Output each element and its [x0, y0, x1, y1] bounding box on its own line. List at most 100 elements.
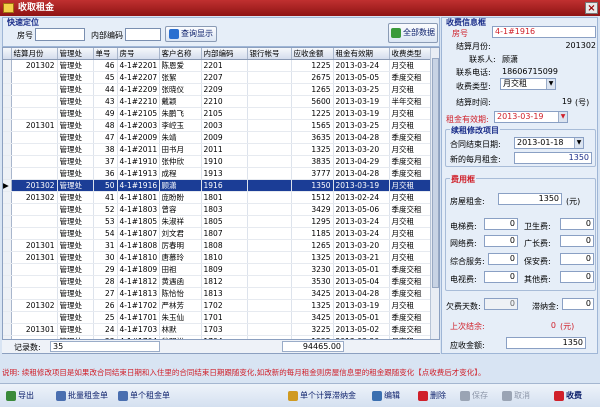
- table-cell[interactable]: 管理处: [57, 239, 94, 252]
- table-cell[interactable]: 季度交租: [389, 155, 432, 168]
- table-cell[interactable]: 1801: [201, 191, 248, 204]
- table-cell[interactable]: 4-1#1702: [117, 299, 160, 312]
- table-cell[interactable]: 1325: [291, 143, 334, 156]
- table-cell[interactable]: [11, 287, 58, 300]
- table-cell[interactable]: 30: [93, 251, 118, 264]
- table-cell[interactable]: [247, 179, 292, 192]
- table-cell[interactable]: 4-1#1703: [117, 323, 160, 336]
- column-header[interactable]: 结算月份: [11, 48, 58, 60]
- table-cell[interactable]: 戴颖: [159, 95, 202, 108]
- delete-button[interactable]: 删除: [416, 387, 446, 405]
- table-cell[interactable]: [247, 143, 292, 156]
- table-cell[interactable]: [247, 83, 292, 96]
- sanitation-field[interactable]: 0: [560, 218, 594, 230]
- table-cell[interactable]: 管理处: [57, 191, 94, 204]
- table-row[interactable]: 201302 管理处 41 4-1#1801 庞盼盼 1801 1512 2013-02-24…: [3, 191, 432, 204]
- table-cell[interactable]: [247, 215, 292, 228]
- table-cell[interactable]: 2013-05-04: [333, 275, 390, 288]
- table-cell[interactable]: [11, 71, 58, 84]
- table-cell[interactable]: 月交租: [389, 251, 432, 264]
- table-cell[interactable]: 月交租: [389, 83, 432, 96]
- table-cell[interactable]: [247, 323, 292, 336]
- table-cell[interactable]: 1810: [201, 251, 248, 264]
- table-cell[interactable]: [247, 107, 292, 120]
- table-cell[interactable]: 1350: [291, 179, 334, 192]
- table-cell[interactable]: 2009: [201, 131, 248, 144]
- table-cell[interactable]: [11, 227, 58, 240]
- table-cell[interactable]: 4-1#2207: [117, 71, 160, 84]
- table-cell[interactable]: 52: [93, 203, 118, 216]
- room-no-field[interactable]: 4-1#1916: [492, 26, 596, 38]
- table-cell[interactable]: 2105: [201, 107, 248, 120]
- table-cell[interactable]: 4-1#1801: [117, 191, 160, 204]
- table-cell[interactable]: 2013-03-24: [333, 227, 390, 240]
- table-cell[interactable]: [247, 155, 292, 168]
- table-cell[interactable]: 4-1#1809: [117, 263, 160, 276]
- table-cell[interactable]: 朱玉仙: [159, 311, 202, 324]
- save-button[interactable]: 保存: [458, 387, 488, 405]
- column-header[interactable]: 应收金额: [291, 48, 334, 60]
- table-row[interactable]: 管理处 49 4-1#2105 朱鹏飞 2105 1225 2013-03-19 月交租: [3, 107, 432, 120]
- table-cell[interactable]: [247, 119, 292, 132]
- table-cell[interactable]: 季度交租: [389, 167, 432, 180]
- table-cell[interactable]: 管理处: [57, 59, 94, 72]
- table-cell[interactable]: 4-1#2011: [117, 143, 160, 156]
- table-row[interactable]: 管理处 36 4-1#1913 成程 1913 3777 2013-04-28 季度交租: [3, 167, 432, 180]
- column-header[interactable]: 收费类型: [389, 48, 432, 60]
- table-cell[interactable]: 1325: [291, 251, 334, 264]
- charge-type-select[interactable]: 月交租 ▼: [500, 78, 556, 90]
- table-cell[interactable]: [11, 167, 58, 180]
- table-cell[interactable]: 成程: [159, 167, 202, 180]
- table-cell[interactable]: 管理处: [57, 311, 94, 324]
- table-cell[interactable]: 管理处: [57, 227, 94, 240]
- table-cell[interactable]: 月交租: [389, 119, 432, 132]
- table-cell[interactable]: 张絮: [159, 71, 202, 84]
- table-cell[interactable]: 4-1#1813: [117, 287, 160, 300]
- table-cell[interactable]: 5600: [291, 95, 334, 108]
- table-cell[interactable]: 3530: [291, 275, 334, 288]
- column-header[interactable]: 租金有效期: [333, 48, 390, 60]
- table-cell[interactable]: 管理处: [57, 263, 94, 276]
- table-cell[interactable]: 4-1#2209: [117, 83, 160, 96]
- table-cell[interactable]: [247, 263, 292, 276]
- table-cell[interactable]: 田书月: [159, 143, 202, 156]
- table-cell[interactable]: 1565: [291, 119, 334, 132]
- table-cell[interactable]: [11, 155, 58, 168]
- table-cell[interactable]: 37: [93, 155, 118, 168]
- table-cell[interactable]: 1805: [201, 215, 248, 228]
- table-cell[interactable]: 2013-05-02: [333, 323, 390, 336]
- table-cell[interactable]: [247, 131, 292, 144]
- table-cell[interactable]: 1265: [291, 239, 334, 252]
- table-cell[interactable]: 201301: [11, 251, 58, 264]
- query-button[interactable]: 查询显示: [165, 26, 217, 42]
- table-cell[interactable]: 2013-03-25: [333, 83, 390, 96]
- table-cell[interactable]: 1808: [201, 239, 248, 252]
- rent-valid-field[interactable]: 2013-03-19 ▼: [494, 111, 568, 123]
- table-cell[interactable]: 3225: [291, 323, 334, 336]
- table-cell[interactable]: 厉春明: [159, 239, 202, 252]
- table-cell[interactable]: 2013-03-21: [333, 251, 390, 264]
- table-cell[interactable]: 1225: [291, 59, 334, 72]
- table-cell[interactable]: [247, 275, 292, 288]
- table-cell[interactable]: [11, 263, 58, 276]
- table-cell[interactable]: 1803: [201, 203, 248, 216]
- table-cell[interactable]: 2013-03-20: [333, 143, 390, 156]
- table-cell[interactable]: 管理处: [57, 83, 94, 96]
- table-cell[interactable]: 4-1#1808: [117, 239, 160, 252]
- room-search-input[interactable]: [35, 28, 85, 41]
- table-cell[interactable]: 季度交租: [389, 311, 432, 324]
- late-fee-field[interactable]: 0: [562, 298, 594, 310]
- table-cell[interactable]: 49: [93, 107, 118, 120]
- table-cell[interactable]: 1913: [201, 167, 248, 180]
- table-cell[interactable]: 3230: [291, 263, 334, 276]
- table-cell[interactable]: 2013-03-24: [333, 215, 390, 228]
- table-cell[interactable]: 24: [93, 323, 118, 336]
- table-cell[interactable]: 2011: [201, 143, 248, 156]
- table-cell[interactable]: 1916: [201, 179, 248, 192]
- cancel-button[interactable]: 取消: [500, 387, 530, 405]
- table-cell[interactable]: 2013-04-28: [333, 131, 390, 144]
- table-row[interactable]: 201301 管理处 48 4-1#2003 李崆玉 2003 1565 2013-03-25…: [3, 119, 432, 132]
- column-header[interactable]: 内部编码: [201, 48, 248, 60]
- table-cell[interactable]: 朱鹏飞: [159, 107, 202, 120]
- table-cell[interactable]: [247, 251, 292, 264]
